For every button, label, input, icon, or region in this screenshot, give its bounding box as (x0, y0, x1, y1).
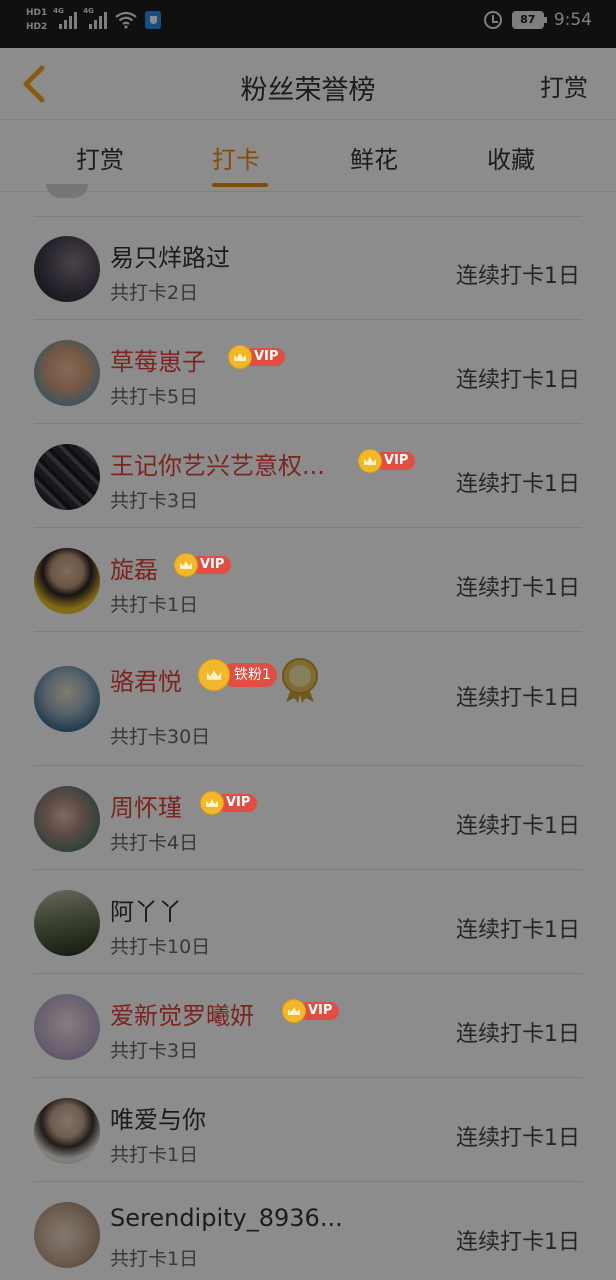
list-item[interactable]: 阿丫丫 共打卡10日 连续打卡1日 (0, 870, 616, 974)
streak-days: 连续打卡1日 (456, 368, 580, 393)
total-checkin-days: 共打卡1日 (110, 1248, 199, 1270)
avatar[interactable] (34, 666, 100, 732)
tab-favorites[interactable]: 收藏 (487, 140, 535, 175)
battery-indicator: 87 (511, 11, 547, 29)
avatar[interactable] (34, 994, 100, 1060)
security-shield-icon (145, 11, 162, 29)
signal-icon: 4G (53, 7, 78, 29)
streak-days: 连续打卡1日 (456, 1230, 580, 1255)
hd1-label: HD1 (26, 8, 48, 18)
page-title: 粉丝荣誉榜 (240, 75, 376, 106)
user-name: 唯爱与你 (110, 1106, 206, 1134)
network-type-label: 4G (53, 7, 64, 15)
user-name: 爱新觉罗曦妍 (110, 1002, 254, 1030)
tab-checkin[interactable]: 打卡 (212, 140, 260, 175)
avatar[interactable] (34, 444, 100, 510)
reward-button[interactable]: 打赏 (540, 68, 588, 103)
list-item[interactable]: 爱新觉罗曦妍 VIP 共打卡3日 连续打卡1日 (0, 974, 616, 1078)
vip-badge: VIP (358, 449, 416, 473)
status-bar: HD1 HD2 4G 4G 87 9:54 (0, 0, 616, 48)
user-name: Serendipity_8936... (110, 1204, 343, 1232)
status-left: HD1 HD2 4G 4G (26, 7, 162, 32)
total-checkin-days: 共打卡30日 (110, 726, 211, 748)
total-checkin-days: 共打卡1日 (110, 1144, 199, 1166)
crown-icon (174, 553, 198, 577)
user-name: 周怀瑾 (110, 794, 182, 822)
crown-icon (282, 999, 306, 1023)
avatar[interactable] (34, 786, 100, 852)
user-name: 易只烊路过 (110, 244, 230, 272)
streak-days: 连续打卡1日 (456, 1126, 580, 1151)
crown-icon (198, 659, 230, 691)
avatar[interactable] (34, 340, 100, 406)
streak-days: 连续打卡1日 (456, 814, 580, 839)
crown-icon (228, 345, 252, 369)
total-checkin-days: 共打卡3日 (110, 490, 199, 512)
signal-icon: 4G (83, 7, 108, 29)
nav-header: 粉丝荣誉榜 打赏 (0, 48, 616, 120)
list-item[interactable]: 旋磊 VIP 共打卡1日 连续打卡1日 (0, 528, 616, 632)
app-screen: HD1 HD2 4G 4G 87 9:54 粉丝荣誉榜 打赏 打赏 打卡 鲜花 … (0, 0, 616, 1280)
tab-reward[interactable]: 打赏 (76, 140, 124, 175)
user-name: 骆君悦 (110, 668, 182, 696)
streak-days: 连续打卡1日 (456, 576, 580, 601)
status-right: 87 9:54 (483, 10, 592, 30)
list-item[interactable]: 唯爱与你 共打卡1日 连续打卡1日 (0, 1078, 616, 1182)
total-checkin-days: 共打卡10日 (110, 936, 211, 958)
crown-icon (200, 791, 224, 815)
vip-badge: VIP (174, 553, 232, 577)
total-checkin-days: 共打卡2日 (110, 282, 199, 304)
fan-level-label: 铁粉1 (222, 663, 277, 687)
hd-indicators: HD1 HD2 (26, 8, 47, 32)
network-type-label: 4G (83, 7, 94, 15)
user-name: 草莓崽子 (110, 348, 206, 376)
alarm-icon (483, 11, 502, 29)
avatar[interactable] (34, 1098, 100, 1164)
crown-icon (358, 449, 382, 473)
total-checkin-days: 共打卡1日 (110, 594, 199, 616)
fan-level-badge: 铁粉1 (198, 659, 277, 691)
user-name: 旋磊 (110, 556, 158, 584)
streak-days: 连续打卡1日 (456, 264, 580, 289)
tab-flowers[interactable]: 鲜花 (350, 140, 398, 175)
wifi-icon (115, 11, 137, 29)
medal-icon (282, 658, 318, 703)
active-tab-indicator (212, 183, 268, 187)
streak-days: 连续打卡1日 (456, 918, 580, 943)
list-item[interactable]: 王记你艺兴艺意权... VIP 共打卡3日 连续打卡1日 (0, 424, 616, 528)
avatar[interactable] (34, 1202, 100, 1268)
list-item[interactable]: 草莓崽子 VIP 共打卡5日 连续打卡1日 (0, 320, 616, 424)
vip-badge: VIP (200, 791, 258, 815)
tab-bar: 打赏 打卡 鲜花 收藏 (0, 120, 616, 192)
hd2-label: HD2 (26, 22, 48, 32)
user-name: 王记你艺兴艺意权... (110, 452, 325, 480)
partial-avatar (46, 184, 88, 198)
vip-badge: VIP (228, 345, 286, 369)
streak-days: 连续打卡1日 (456, 686, 580, 711)
avatar[interactable] (34, 548, 100, 614)
checkin-ranking-list: 易只烊路过 共打卡2日 连续打卡1日 草莓崽子 VIP 共打卡5日 连续打卡1日… (0, 184, 616, 1280)
streak-days: 连续打卡1日 (456, 472, 580, 497)
avatar[interactable] (34, 236, 100, 302)
list-item[interactable]: Serendipity_8936... 共打卡1日 连续打卡1日 (0, 1182, 616, 1280)
vip-badge: VIP (282, 999, 340, 1023)
list-item[interactable]: 骆君悦 铁粉1 共打卡30日 连续打卡1日 (0, 632, 616, 766)
avatar[interactable] (34, 890, 100, 956)
list-item[interactable]: 易只烊路过 共打卡2日 连续打卡1日 (0, 216, 616, 320)
total-checkin-days: 共打卡3日 (110, 1040, 199, 1062)
total-checkin-days: 共打卡4日 (110, 832, 199, 854)
streak-days: 连续打卡1日 (456, 1022, 580, 1047)
total-checkin-days: 共打卡5日 (110, 386, 199, 408)
user-name: 阿丫丫 (110, 898, 182, 926)
clock: 9:54 (553, 10, 592, 30)
list-item[interactable]: 周怀瑾 VIP 共打卡4日 连续打卡1日 (0, 766, 616, 870)
